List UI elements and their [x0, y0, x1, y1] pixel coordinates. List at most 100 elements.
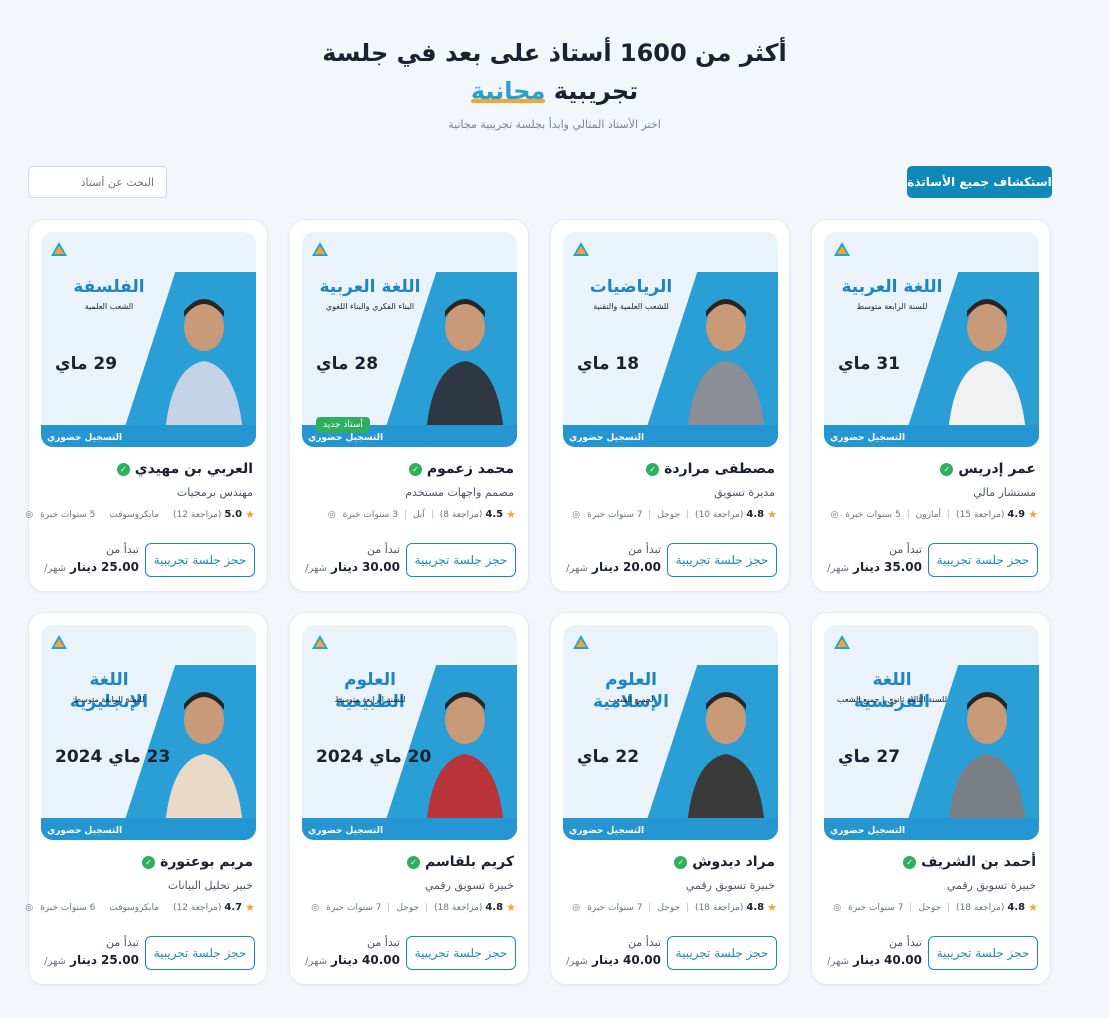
- tutor-card[interactable]: اللغة الإنجليزية للسنة الرابعة متوسط 23 …: [25, 612, 268, 985]
- experience-icon: ◎: [327, 509, 336, 520]
- price-value: 35.00: [884, 560, 922, 574]
- book-trial-button[interactable]: حجز جلسة تجريبية: [667, 936, 777, 970]
- tutor-card[interactable]: اللغة العربية البناء الفكري والبناء اللغ…: [289, 219, 529, 592]
- poster-subtitle: للسنة الرابعة متوسط: [856, 302, 928, 311]
- price-period: شهر/: [566, 563, 589, 574]
- price-block: تبدأ من 25.00 دينار شهر/: [44, 936, 139, 967]
- rating-value: 4.9: [1007, 509, 1026, 520]
- tutor-name-row: العربي بن مهيدي ✓: [116, 461, 253, 477]
- rating-value: 4.8: [1007, 902, 1026, 913]
- price-currency: دينار: [331, 560, 359, 574]
- tutor-meta: ★ 4.9 (مراجعة 15) أمازون 5 سنوات خبرة ◎: [824, 508, 1038, 521]
- book-trial-button[interactable]: حجز جلسة تجريبية: [145, 543, 255, 577]
- tutor-poster-image: العلوم الطبيعية للسنة الرابعة متوسط 20 م…: [302, 625, 517, 840]
- book-trial-button[interactable]: حجز جلسة تجريبية: [928, 936, 1038, 970]
- poster-subtitle: لجميع الشعب: [608, 695, 654, 704]
- rating-value: 5.0: [224, 509, 243, 520]
- tutor-name[interactable]: مريم بوعتورة: [160, 854, 253, 870]
- title-line-1: أكثر من 1600 أستاذ على بعد في جلسة: [322, 39, 787, 67]
- tutor-name[interactable]: العربي بن مهيدي: [135, 461, 253, 477]
- poster-date: 31 ماي: [838, 354, 901, 374]
- page-title: أكثر من 1600 أستاذ على بعد في جلسة تجريب…: [0, 34, 1109, 110]
- tutor-meta: ★ 4.8 (مراجعة 18) جوجل 7 سنوات خبرة ◎: [302, 901, 516, 914]
- tutor-experience: 6 سنوات خبرة: [40, 902, 96, 913]
- clic-school-logo-icon: [834, 635, 850, 649]
- price-period: شهر/: [305, 563, 328, 574]
- tutor-name[interactable]: عمر إدريس: [958, 461, 1036, 477]
- verified-check-icon: ✓: [408, 462, 422, 476]
- tutor-price: 30.00 دينار شهر/: [305, 560, 400, 574]
- tutor-name[interactable]: أحمد بن الشريف: [921, 854, 1036, 870]
- divider: [910, 903, 912, 912]
- rating-value: 4.8: [746, 509, 765, 520]
- tutor-price: 20.00 دينار شهر/: [566, 560, 661, 574]
- experience-icon: ◎: [25, 902, 34, 913]
- star-icon: ★: [767, 508, 777, 521]
- search-input[interactable]: [28, 166, 167, 198]
- title-accent: مجانية: [470, 77, 546, 105]
- price-block: تبدأ من 35.00 دينار شهر/: [827, 543, 922, 574]
- tutor-company: جوجل: [657, 902, 681, 913]
- divider: [687, 903, 689, 912]
- verified-check-icon: ✓: [142, 855, 156, 869]
- book-trial-button[interactable]: حجز جلسة تجريبية: [406, 936, 516, 970]
- tutor-role: خبير تحليل البيانات: [167, 879, 253, 892]
- poster-subject: الفلسفة: [73, 277, 145, 297]
- book-trial-button[interactable]: حجز جلسة تجريبية: [145, 936, 255, 970]
- poster-register-label: التسجيل حضوري: [47, 433, 123, 443]
- tutor-name[interactable]: كريم بلقاسم: [425, 854, 514, 870]
- clic-school-logo-icon: [834, 242, 850, 256]
- tutor-price: 40.00 دينار شهر/: [827, 953, 922, 967]
- tutor-rating: ★ 4.8 (مراجعة 18): [695, 901, 777, 914]
- book-trial-button[interactable]: حجز جلسة تجريبية: [667, 543, 777, 577]
- tutor-card[interactable]: اللغة العربية للسنة الرابعة متوسط 31 ماي…: [811, 219, 1051, 592]
- tutor-meta: ★ 4.8 (مراجعة 18) جوجل 7 سنوات خبرة ◎: [563, 901, 777, 914]
- tutor-experience: 7 سنوات خبرة: [848, 902, 904, 913]
- book-trial-button[interactable]: حجز جلسة تجريبية: [406, 543, 516, 577]
- price-currency: دينار: [331, 953, 359, 967]
- tutor-company: جوجل: [918, 902, 942, 913]
- tutor-card[interactable]: الرياضيات للشعب العلمية والتقنية 18 ماي …: [550, 219, 790, 592]
- tutor-name[interactable]: محمد زعموم: [427, 461, 514, 477]
- price-from-label: تبدأ من: [106, 543, 139, 556]
- tutor-card[interactable]: اللغة الفرنسية للسنة الثالثة ثانوي | جمي…: [811, 612, 1051, 985]
- rating-value: 4.8: [746, 902, 765, 913]
- explore-all-button[interactable]: استكشاف جميع الأساتذة: [907, 166, 1052, 198]
- poster-subtitle: للشعب العلمية والتقنية: [593, 302, 669, 311]
- clic-school-logo-icon: [312, 635, 328, 649]
- teacher-photo: [164, 692, 244, 840]
- price-block: تبدأ من 20.00 دينار شهر/: [566, 543, 661, 574]
- poster-subject: اللغة العربية: [841, 277, 943, 297]
- tutor-role: مديرة تسويق: [714, 486, 775, 499]
- teacher-photo: [947, 692, 1027, 840]
- review-count: (مراجعة 12): [173, 509, 222, 520]
- tutor-poster-image: اللغة العربية للسنة الرابعة متوسط 31 ماي…: [824, 232, 1039, 447]
- tutor-card[interactable]: الفلسفة الشعب العلمية 29 ماي التسجيل حضو…: [25, 219, 268, 592]
- tutor-name[interactable]: مصطفى مراردة: [664, 461, 775, 477]
- tutor-rating: ★ 4.8 (مراجعة 10): [695, 508, 777, 521]
- tutor-card[interactable]: العلوم الطبيعية للسنة الرابعة متوسط 20 م…: [289, 612, 529, 985]
- book-trial-button[interactable]: حجز جلسة تجريبية: [928, 543, 1038, 577]
- poster-subject: اللغة الفرنسية: [854, 670, 930, 712]
- rating-value: 4.5: [485, 509, 504, 520]
- tutor-meta: ★ 4.8 (مراجعة 18) جوجل 7 سنوات خبرة ◎: [824, 901, 1038, 914]
- price-period: شهر/: [305, 956, 328, 967]
- price-from-label: تبدأ من: [889, 936, 922, 949]
- tutor-company: آبل: [412, 509, 425, 520]
- tutor-name-row: مريم بوعتورة ✓: [142, 854, 253, 870]
- tutor-name[interactable]: مراد ديدوش: [692, 854, 775, 870]
- price-from-label: تبدأ من: [106, 936, 139, 949]
- tutor-experience: 7 سنوات خبرة: [587, 509, 643, 520]
- tutor-company: مايكروسوفت: [109, 902, 160, 913]
- tutor-experience: 5 سنوات خبرة: [40, 509, 96, 520]
- poster-date: 29 ماي: [55, 354, 118, 374]
- tutor-card[interactable]: العلوم الإسلامية لجميع الشعب 22 ماي التس…: [550, 612, 790, 985]
- divider: [404, 510, 406, 519]
- star-icon: ★: [245, 508, 255, 521]
- tutor-rating: ★ 4.8 (مراجعة 18): [434, 901, 516, 914]
- tutor-role: مستشار مالي: [973, 486, 1036, 499]
- price-from-label: تبدأ من: [367, 543, 400, 556]
- poster-date: 20 ماي 2024: [316, 747, 432, 767]
- rating-value: 4.7: [224, 902, 243, 913]
- clic-school-logo-icon: [51, 242, 67, 256]
